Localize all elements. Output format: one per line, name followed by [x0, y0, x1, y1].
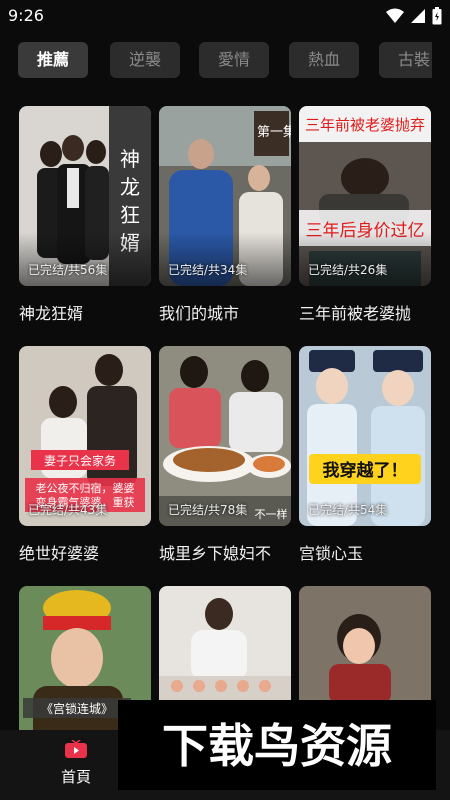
- drama-title[interactable]: 三年前被老婆抛: [299, 300, 439, 324]
- episode-status: 已完结/共43集: [28, 503, 108, 517]
- episode-status: 已完结/共26集: [308, 263, 388, 277]
- drama-card[interactable]: 妻子只会家务 老公夜不归宿，婆婆 变身霸气婆婆，重获 已完结/共43集 绝世好婆…: [19, 346, 151, 564]
- signal-icon: [411, 9, 425, 23]
- drama-cover[interactable]: 妻子只会家务 老公夜不归宿，婆婆 变身霸气婆婆，重获 已完结/共43集: [19, 346, 151, 526]
- tab-counterattack[interactable]: 逆襲: [110, 42, 180, 78]
- tab-recommend[interactable]: 推薦: [18, 42, 88, 78]
- status-icons: [386, 7, 442, 25]
- drama-card[interactable]: 第一集 已完结/共34集 我们的城市: [159, 106, 291, 324]
- drama-cover[interactable]: 三年前被老婆抛弃 三年后身价过亿 已完结/共26集: [299, 106, 431, 286]
- wifi-icon: [386, 8, 404, 23]
- drama-card[interactable]: 神 龙 狂 婿 已完结/共56集 神龙狂婿: [19, 106, 151, 324]
- episode-status: 已完结/共34集: [168, 263, 248, 277]
- watermark-text: 下载鸟资源: [162, 719, 392, 773]
- tab-passion[interactable]: 熱血: [289, 42, 359, 78]
- nav-home-label: 首頁: [60, 768, 91, 786]
- watermark: 下载鸟资源: [118, 700, 436, 790]
- drama-cover[interactable]: 神 龙 狂 婿 已完结/共56集: [19, 106, 151, 286]
- drama-title[interactable]: 神龙狂婿: [19, 300, 159, 324]
- drama-title[interactable]: 我们的城市: [159, 300, 299, 324]
- episode-status: 已完结/共54集: [308, 503, 388, 517]
- drama-title[interactable]: 城里乡下媳妇不: [159, 540, 299, 564]
- drama-cover[interactable]: 不一样 已完结/共78集: [159, 346, 291, 526]
- drama-card[interactable]: 三年前被老婆抛弃 三年后身价过亿 已完结/共26集 三年前被老婆抛: [299, 106, 431, 324]
- category-tabs: 推薦 逆襲 愛情 熱血 古裝: [18, 42, 432, 78]
- drama-cover[interactable]: 第一集 已完结/共34集: [159, 106, 291, 286]
- tab-costume[interactable]: 古裝: [379, 42, 432, 78]
- cover-caption: 妻子只会家务: [44, 453, 116, 468]
- drama-title[interactable]: 绝世好婆婆: [19, 540, 159, 564]
- tab-romance[interactable]: 愛情: [199, 42, 269, 78]
- cover-caption: 《宫锁连城》: [41, 701, 113, 716]
- cover-caption: 不一样: [255, 507, 288, 521]
- cover-caption: 老公夜不归宿，婆婆: [36, 481, 135, 495]
- episode-status: 已完结/共78集: [168, 503, 248, 517]
- cover-caption: 我穿越了！: [323, 460, 408, 481]
- episode-status: 已完结/共56集: [28, 263, 108, 277]
- nav-home[interactable]: 首頁: [52, 739, 100, 787]
- drama-title[interactable]: 宫锁心玉: [299, 540, 439, 564]
- drama-card[interactable]: 我穿越了！ 已完结/共54集 宫锁心玉: [299, 346, 431, 564]
- drama-cover[interactable]: 我穿越了！ 已完结/共54集: [299, 346, 431, 526]
- status-time: 9:26: [8, 6, 44, 25]
- tv-icon: [65, 739, 87, 758]
- drama-card[interactable]: 不一样 已完结/共78集 城里乡下媳妇不: [159, 346, 291, 564]
- battery-icon: [432, 7, 442, 25]
- status-bar: 9:26: [0, 0, 450, 32]
